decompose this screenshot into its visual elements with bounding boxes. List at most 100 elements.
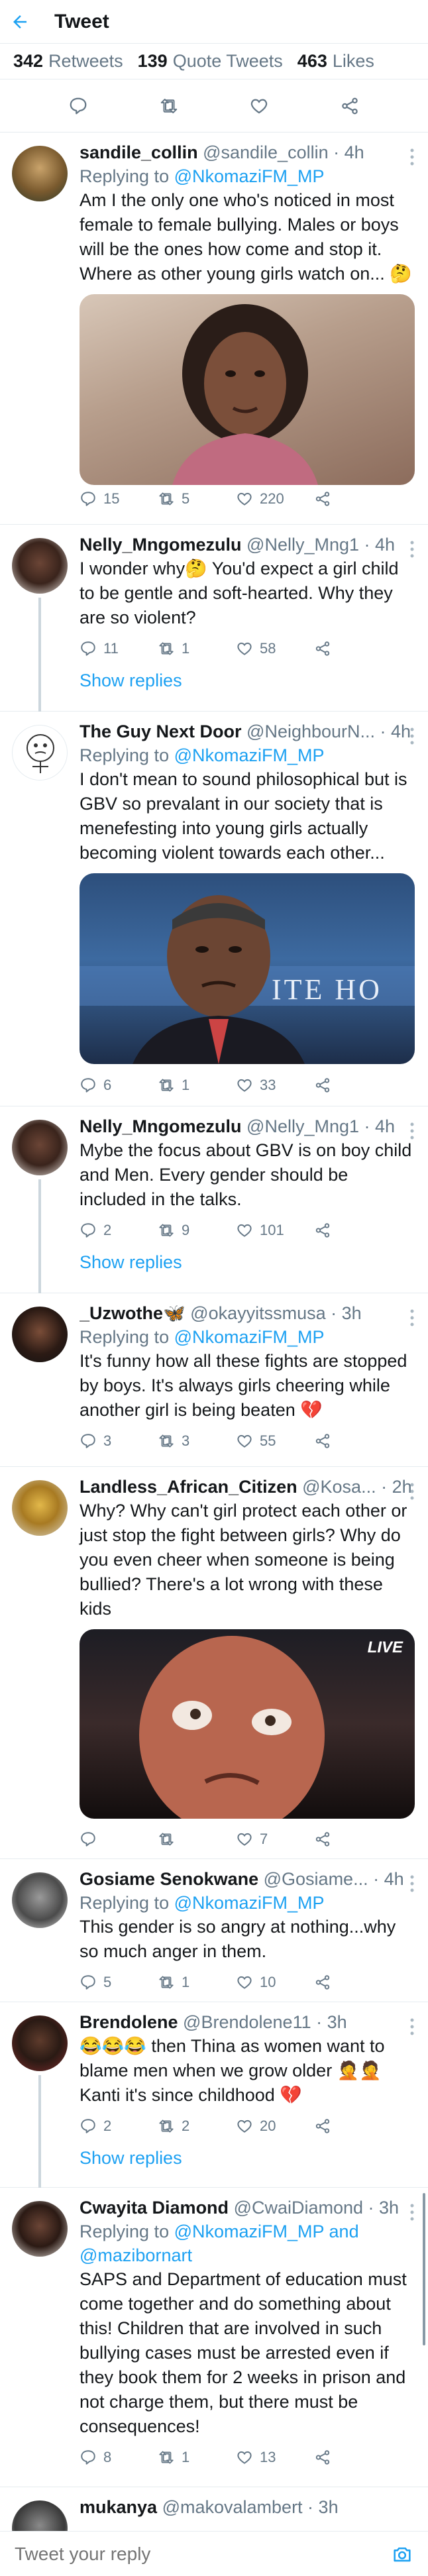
author-name[interactable]: The Guy Next Door (80, 722, 242, 741)
author-name[interactable]: Cwayita Diamond (80, 2198, 229, 2218)
like-button[interactable]: 101 (236, 1222, 314, 1239)
like-icon[interactable] (249, 96, 269, 116)
more-options-icon[interactable] (409, 726, 415, 746)
likes-stat[interactable]: 463 Likes (297, 51, 374, 72)
avatar[interactable] (12, 2015, 68, 2071)
reply-button[interactable]: 3 (80, 1432, 158, 1450)
tweet-image[interactable]: ITE HO (80, 873, 415, 1064)
reply-tweet[interactable]: Cwayita Diamond @CwaiDiamond · 3h Replyi… (0, 2188, 428, 2487)
back-button[interactable] (0, 0, 40, 44)
retweet-button[interactable]: 9 (158, 1222, 236, 1239)
author-name[interactable]: Nelly_Mngomezulu (80, 535, 242, 555)
more-options-icon[interactable] (409, 1121, 415, 1141)
author-name[interactable]: mukanya (80, 2497, 157, 2517)
avatar[interactable] (12, 2500, 68, 2531)
quote-tweets-stat[interactable]: 139 Quote Tweets (138, 51, 283, 72)
tweet-actions: 11 1 58 (80, 630, 415, 667)
back-arrow-icon (13, 15, 27, 28)
reply-tweet[interactable]: The Guy Next Door @NeighbourN... · 4h Re… (0, 712, 428, 1106)
reply-button[interactable]: 6 (80, 1077, 158, 1094)
retweet-button[interactable]: 1 (158, 1077, 236, 1094)
mention-link[interactable]: @NkomaziFM_MP (174, 1327, 325, 1347)
tweet-image[interactable] (80, 294, 415, 485)
reply-tweet[interactable]: Brendolene @Brendolene11 · 3h 😂😂😂 then T… (0, 2002, 428, 2188)
author-name[interactable]: Nelly_Mngomezulu (80, 1116, 242, 1136)
more-options-icon[interactable] (409, 2017, 415, 2037)
retweet-button[interactable]: 1 (158, 2449, 236, 2466)
like-button[interactable]: 20 (236, 2118, 314, 2135)
like-button[interactable]: 220 (236, 490, 314, 508)
reply-tweet[interactable]: mukanya @makovalambert · 3h (0, 2487, 428, 2531)
share-button[interactable] (314, 1831, 392, 1848)
show-replies-link[interactable]: Show replies (80, 667, 415, 694)
more-options-icon[interactable] (409, 1308, 415, 1328)
retweets-stat[interactable]: 342 Retweets (13, 51, 123, 72)
retweet-icon[interactable] (159, 96, 179, 116)
reply-icon[interactable] (68, 96, 88, 116)
show-replies-link[interactable]: Show replies (80, 1249, 415, 1275)
like-button[interactable]: 13 (236, 2449, 314, 2466)
reply-tweet[interactable]: Nelly_Mngomezulu @Nelly_Mng1 · 4h Mybe t… (0, 1106, 428, 1293)
more-options-icon[interactable] (409, 2202, 415, 2222)
share-icon[interactable] (340, 96, 360, 116)
reply-button[interactable]: 2 (80, 2118, 158, 2135)
reply-tweet[interactable]: sandile_collin @sandile_collin · 4h Repl… (0, 133, 428, 525)
author-name[interactable]: Gosiame Senokwane (80, 1869, 258, 1889)
mention-link[interactable]: @NkomaziFM_MP (174, 745, 325, 765)
reply-tweet[interactable]: Nelly_Mngomezulu @Nelly_Mng1 · 4h I wond… (0, 525, 428, 712)
like-button[interactable]: 55 (236, 1432, 314, 1450)
share-button[interactable] (314, 640, 392, 657)
retweet-button[interactable]: 2 (158, 2118, 236, 2135)
avatar[interactable] (12, 1872, 68, 1928)
share-button[interactable] (314, 2449, 392, 2466)
reply-tweet[interactable]: Landless_African_Citizen @Kosa... · 2h W… (0, 1467, 428, 1859)
author-name[interactable]: sandile_collin (80, 142, 198, 162)
retweet-button[interactable] (158, 1831, 236, 1848)
avatar[interactable] (12, 725, 68, 780)
reply-button[interactable] (80, 1831, 158, 1848)
show-replies-link[interactable]: Show replies (80, 2145, 415, 2171)
share-button[interactable] (314, 1432, 392, 1450)
share-button[interactable] (314, 2118, 392, 2135)
reply-input[interactable] (15, 2543, 391, 2565)
retweet-button[interactable]: 1 (158, 640, 236, 657)
share-button[interactable] (314, 1077, 392, 1094)
avatar[interactable] (12, 146, 68, 201)
retweet-button[interactable]: 5 (158, 490, 236, 508)
reply-tweet[interactable]: Gosiame Senokwane @Gosiame... · 4h Reply… (0, 1859, 428, 2002)
avatar[interactable] (12, 2201, 68, 2257)
retweet-button[interactable]: 3 (158, 1432, 236, 1450)
reply-button[interactable]: 11 (80, 640, 158, 657)
more-options-icon[interactable] (409, 147, 415, 167)
camera-icon[interactable] (391, 2543, 413, 2565)
share-button[interactable] (314, 1222, 392, 1239)
like-button[interactable]: 58 (236, 640, 314, 657)
share-button[interactable] (314, 1974, 392, 1991)
more-options-icon[interactable] (409, 539, 415, 559)
scrollbar[interactable] (423, 2193, 425, 2345)
tweet-image[interactable]: LIVE (80, 1629, 415, 1819)
more-options-icon[interactable] (409, 1481, 415, 1501)
author-name[interactable]: Landless_African_Citizen (80, 1477, 297, 1497)
avatar[interactable] (12, 1307, 68, 1362)
reply-button[interactable]: 8 (80, 2449, 158, 2466)
author-name[interactable]: _Uzwothe🦋 (80, 1303, 186, 1323)
avatar[interactable] (12, 1480, 68, 1536)
reply-icon (81, 1975, 95, 1990)
more-options-icon[interactable] (409, 1874, 415, 1894)
avatar[interactable] (12, 538, 68, 594)
share-button[interactable] (314, 490, 392, 508)
like-button[interactable]: 10 (236, 1974, 314, 1991)
like-button[interactable]: 33 (236, 1077, 314, 1094)
reply-button[interactable]: 2 (80, 1222, 158, 1239)
author-name[interactable]: Brendolene (80, 2012, 178, 2032)
reply-tweet[interactable]: _Uzwothe🦋 @okayyitssmusa · 3h Replying t… (0, 1293, 428, 1467)
like-button[interactable]: 7 (236, 1831, 314, 1848)
avatar[interactable] (12, 1120, 68, 1175)
retweet-button[interactable]: 1 (158, 1974, 236, 1991)
mention-link[interactable]: @NkomaziFM_MP (174, 1893, 325, 1913)
reply-button[interactable]: 15 (80, 490, 158, 508)
replying-to: Replying to @NkomaziFM_MP (80, 745, 325, 765)
reply-button[interactable]: 5 (80, 1974, 158, 1991)
mention-link[interactable]: @NkomaziFM_MP (174, 166, 325, 186)
